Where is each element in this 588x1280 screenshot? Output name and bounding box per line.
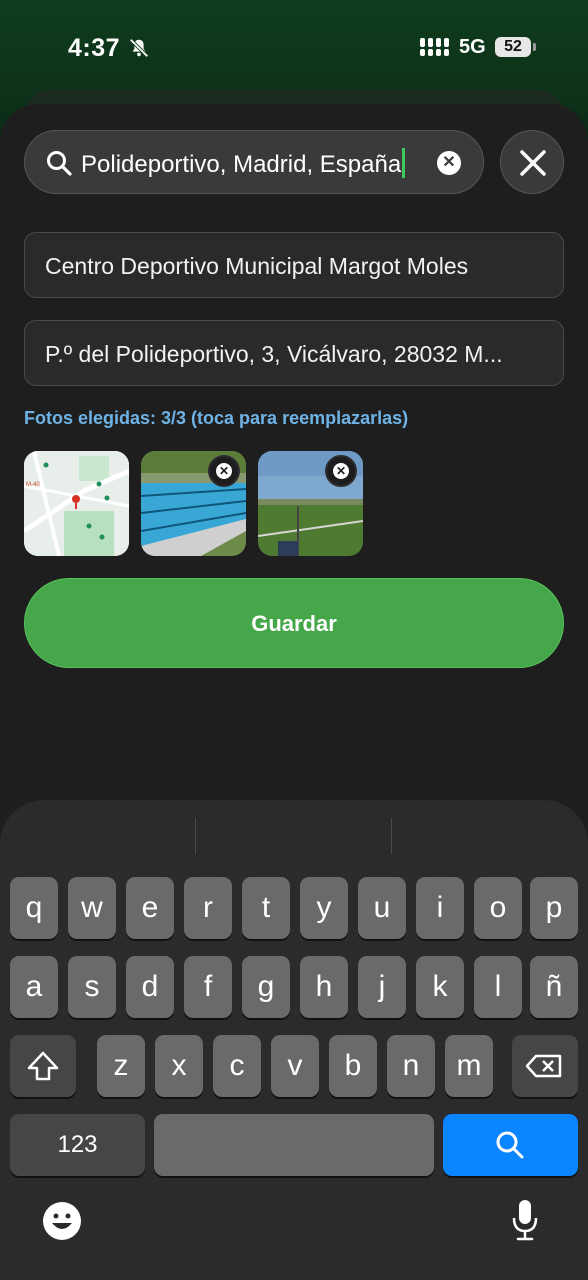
key-w[interactable]: w <box>68 877 116 939</box>
shift-icon <box>27 1051 59 1081</box>
search-icon <box>496 1131 524 1159</box>
clear-search-icon[interactable]: ✕ <box>437 151 461 175</box>
key-y[interactable]: y <box>300 877 348 939</box>
key-o[interactable]: o <box>474 877 522 939</box>
cellular-signal-icon <box>420 38 449 47</box>
key-f[interactable]: f <box>184 956 232 1018</box>
svg-text:M-40: M-40 <box>26 482 40 488</box>
map-thumbnail-image: M-40 <box>24 451 129 556</box>
close-button[interactable] <box>500 130 564 194</box>
key-n[interactable]: n <box>387 1035 435 1097</box>
place-name-field[interactable]: Centro Deportivo Municipal Margot Moles <box>24 232 564 298</box>
search-bar[interactable]: Polideportivo, Madrid, España ✕ <box>24 130 484 194</box>
key-u[interactable]: u <box>358 877 406 939</box>
close-icon: ✕ <box>333 463 349 479</box>
key-l[interactable]: l <box>474 956 522 1018</box>
key-b[interactable]: b <box>329 1035 377 1097</box>
backspace-icon <box>525 1054 562 1078</box>
close-icon <box>520 150 546 176</box>
status-bar: 4:37 5G 52 <box>0 0 588 96</box>
suggestion-divider <box>195 818 196 854</box>
search-icon <box>47 151 72 176</box>
numbers-key[interactable]: 123 <box>10 1114 145 1176</box>
status-time: 4:37 <box>68 34 121 62</box>
key-d[interactable]: d <box>126 956 174 1018</box>
key-t[interactable]: t <box>242 877 290 939</box>
key-q[interactable]: q <box>10 877 58 939</box>
key-a[interactable]: a <box>10 956 58 1018</box>
key-x[interactable]: x <box>155 1035 203 1097</box>
silent-bell-icon <box>129 38 149 58</box>
emoji-icon[interactable] <box>42 1201 82 1241</box>
microphone-icon[interactable] <box>510 1198 540 1242</box>
save-button[interactable]: Guardar <box>24 578 564 668</box>
battery-tip <box>533 43 536 51</box>
key-z[interactable]: z <box>97 1035 145 1097</box>
key-s[interactable]: s <box>68 956 116 1018</box>
search-input-value: Polideportivo, Madrid, España <box>81 151 402 178</box>
delete-key[interactable] <box>512 1035 578 1097</box>
key-v[interactable]: v <box>271 1035 319 1097</box>
close-icon: ✕ <box>216 463 232 479</box>
key-r[interactable]: r <box>184 877 232 939</box>
remove-photo-3-button[interactable]: ✕ <box>325 455 357 487</box>
suggestion-divider <box>391 818 392 854</box>
address-field[interactable]: P.º del Polideportivo, 3, Vicálvaro, 280… <box>24 320 564 386</box>
key-c[interactable]: c <box>213 1035 261 1097</box>
key-p[interactable]: p <box>530 877 578 939</box>
key-h[interactable]: h <box>300 956 348 1018</box>
photo-thumbnail-map[interactable]: M-40 <box>24 451 129 556</box>
search-key[interactable] <box>443 1114 578 1176</box>
key-m[interactable]: m <box>445 1035 493 1097</box>
remove-photo-2-button[interactable]: ✕ <box>208 455 240 487</box>
network-type: 5G <box>459 36 486 58</box>
key-i[interactable]: i <box>416 877 464 939</box>
key-k[interactable]: k <box>416 956 464 1018</box>
search-input[interactable]: Polideportivo, Madrid, España <box>81 148 406 179</box>
text-caret <box>402 148 406 178</box>
key-g[interactable]: g <box>242 956 290 1018</box>
battery-icon: 52 <box>495 37 531 57</box>
space-key[interactable] <box>154 1114 434 1176</box>
key-n-tilde[interactable]: ñ <box>530 956 578 1018</box>
key-j[interactable]: j <box>358 956 406 1018</box>
key-e[interactable]: e <box>126 877 174 939</box>
shift-key[interactable] <box>10 1035 76 1097</box>
cellular-signal-icon-lower <box>420 49 449 56</box>
photos-label[interactable]: Fotos elegidas: 3/3 (toca para reemplaza… <box>24 408 408 429</box>
